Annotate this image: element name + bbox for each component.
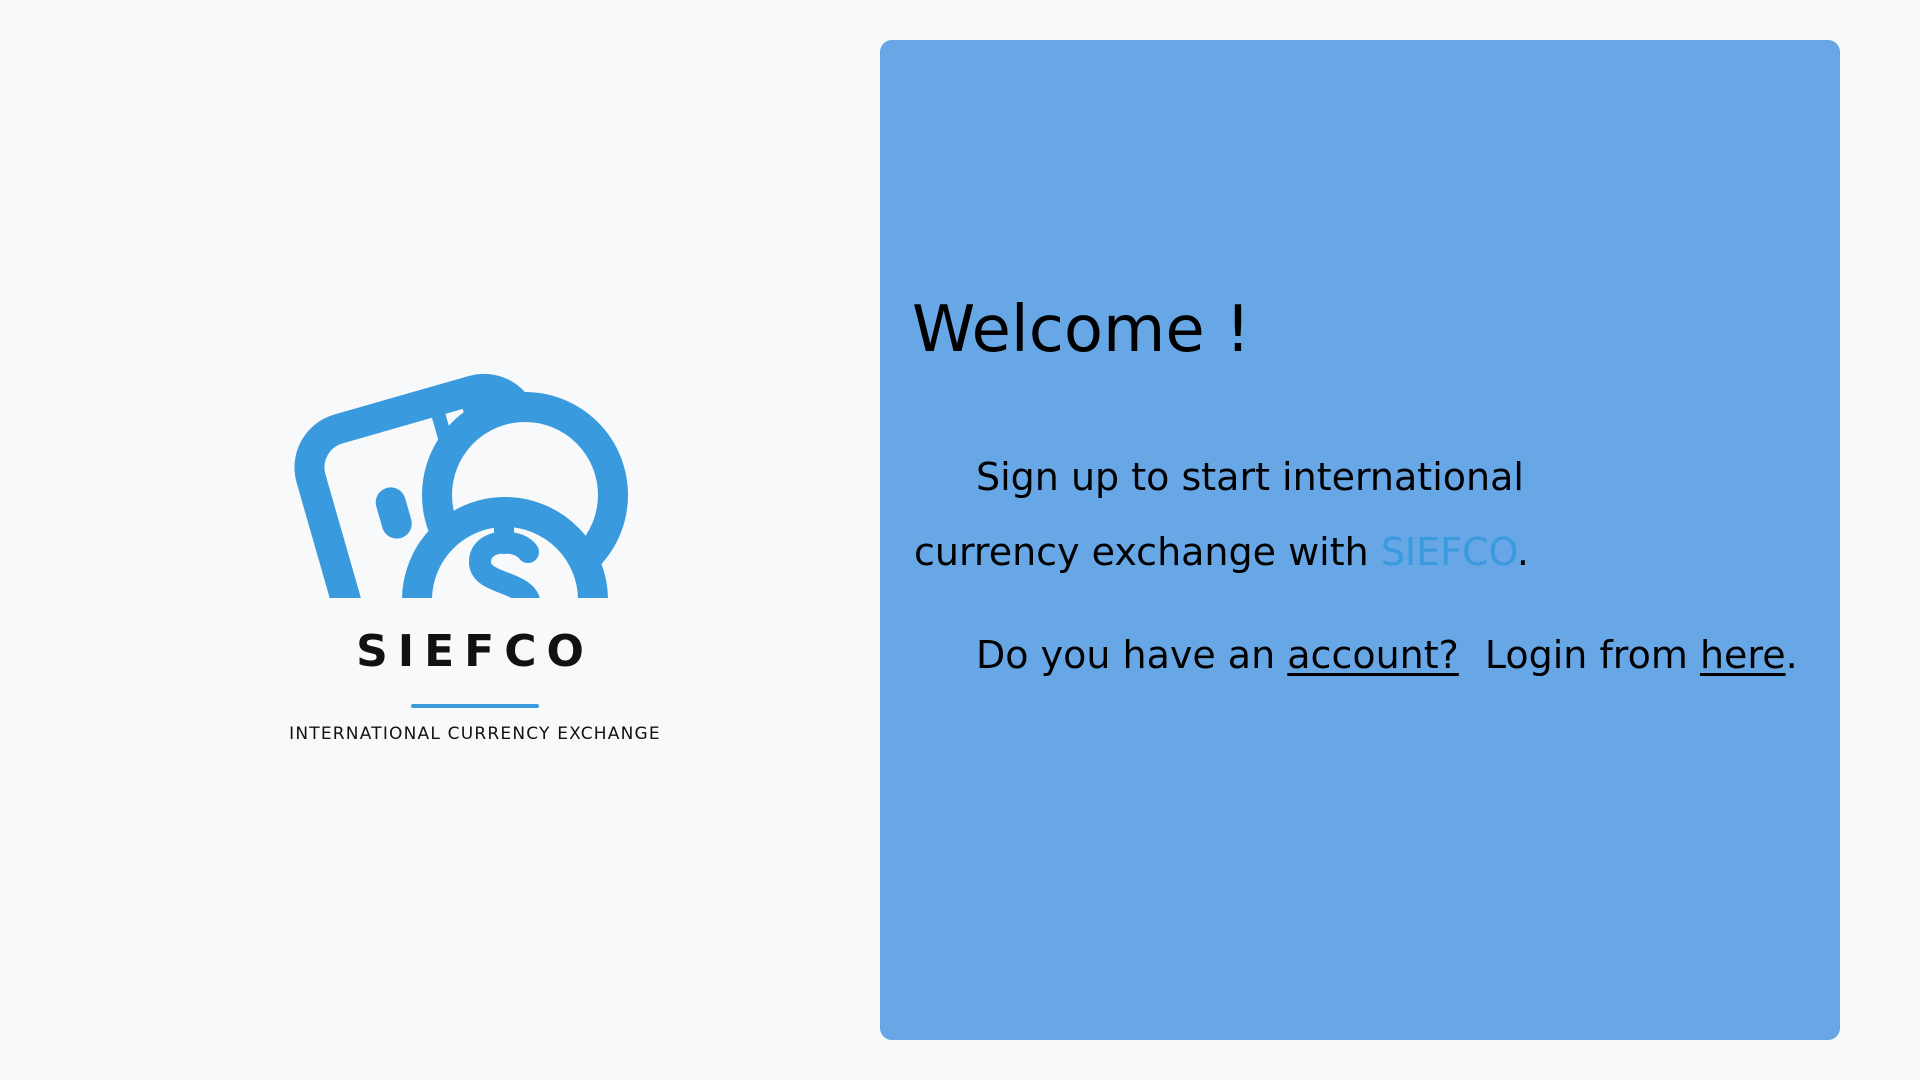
logo-wordmark: SIEFCO	[356, 626, 594, 677]
login-prompt: Do you have an account? Login from here.	[976, 630, 1798, 680]
login-suffix: .	[1785, 633, 1798, 677]
logo-tagline: INTERNATIONAL CURRENCY EXCHANGE	[289, 724, 661, 744]
account-link[interactable]: account?	[1287, 633, 1459, 677]
signup-page: SIEFCO INTERNATIONAL CURRENCY EXCHANGE W…	[0, 0, 1920, 1080]
card-and-dollar-coin-icon	[294, 373, 628, 598]
logo-divider	[411, 704, 539, 708]
intro-suffix: .	[1516, 530, 1530, 574]
siefco-logo: SIEFCO INTERNATIONAL CURRENCY EXCHANGE	[230, 330, 720, 750]
welcome-heading: Welcome !	[912, 293, 1251, 367]
welcome-panel: Welcome ! Sign up to start international…	[880, 40, 1840, 1040]
signup-intro-text: Sign up to start international currency …	[914, 440, 1694, 590]
login-here-link[interactable]: here	[1700, 633, 1786, 677]
login-prefix: Login from	[1484, 633, 1700, 677]
question-prefix: Do you have an	[976, 633, 1288, 677]
intro-brand-name: SIEFCO	[1380, 530, 1517, 574]
